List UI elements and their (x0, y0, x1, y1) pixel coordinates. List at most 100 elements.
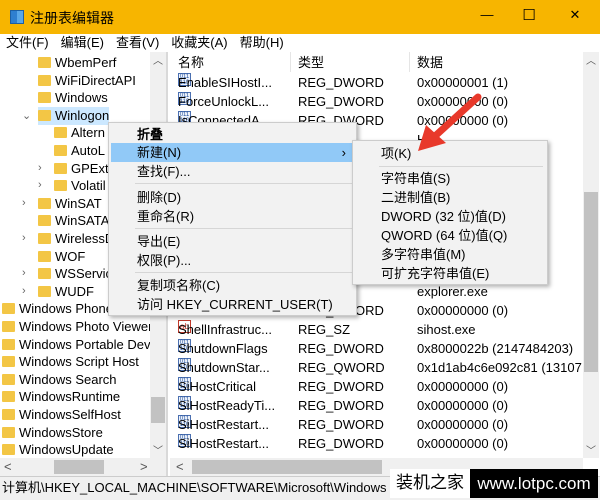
value-name: ShutdownStar... (178, 360, 270, 375)
tree-item[interactable]: WirelessD (38, 230, 114, 248)
menu-separator (135, 183, 352, 184)
column-divider[interactable] (290, 52, 291, 72)
scroll-thumb[interactable] (54, 460, 104, 474)
tree-item[interactable]: WSServic (38, 265, 112, 283)
menu-item-label: DWORD (32 位)值(D) (381, 209, 506, 224)
tree-item[interactable]: Windows Search (2, 371, 117, 389)
tree-item[interactable]: Altern (54, 124, 105, 142)
menu-help[interactable]: 帮助(H) (234, 34, 290, 52)
watermark: 装机之家 www.lotpc.com (390, 469, 598, 498)
value-data: 0x00000000 (0) (417, 398, 509, 413)
tree-item[interactable]: Windows Script Host (2, 353, 139, 371)
tree-item[interactable]: WbemPerf (38, 54, 116, 72)
column-divider[interactable] (409, 52, 410, 72)
tree-item[interactable]: WinSAT (38, 195, 102, 213)
menu-item-label: 删除(D) (137, 190, 182, 205)
column-type[interactable]: 类型 (298, 53, 324, 72)
tree-item[interactable]: WindowsRuntime (2, 388, 120, 406)
menu-separator (379, 166, 543, 167)
tree-item[interactable]: WiFiDirectAPI (38, 72, 136, 90)
menu-item[interactable]: 重命名(R) (111, 207, 354, 226)
value-name: ShellInfrastruc... (178, 322, 272, 337)
menu-item[interactable]: 折叠 (111, 125, 354, 144)
scroll-left-icon[interactable]: < (4, 459, 12, 474)
menu-item[interactable]: 多字符串值(M) (355, 245, 545, 264)
folder-icon (2, 373, 15, 385)
column-data[interactable]: 数据 (417, 53, 443, 72)
value-type: REG_SZ (298, 322, 351, 337)
tree-item-label: WindowsStore (19, 424, 103, 440)
menu-item[interactable]: QWORD (64 位)值(Q) (355, 226, 545, 245)
tree-item[interactable]: Windows Photo Viewer (2, 318, 152, 336)
value-row[interactable]: 011 110 SiHostCritical REG_DWORD 0x00000000… (176, 377, 586, 396)
folder-icon (38, 74, 51, 86)
tree-item[interactable]: WindowsUpdate (2, 441, 114, 459)
tree-item-label: WindowsUpdate (19, 442, 114, 458)
tree-item[interactable]: WindowsStore (2, 424, 103, 442)
menu-item[interactable]: 复制项名称(C) (111, 276, 354, 295)
tree-item[interactable]: WindowsSelfHost (2, 406, 121, 424)
tree-item[interactable]: Windows Phone (2, 300, 113, 318)
value-row[interactable]: ab ShellInfrastruc... REG_SZ sihost.exe (176, 320, 586, 339)
expand-chevron-icon[interactable]: › (22, 267, 26, 279)
scroll-down-icon[interactable]: ﹀ (153, 442, 163, 457)
menu-item[interactable]: 二进制值(B) (355, 188, 545, 207)
scroll-left-icon[interactable]: < (176, 459, 184, 474)
maximize-button[interactable]: ☐ (514, 6, 544, 24)
tree-item[interactable]: Volatil (54, 177, 106, 195)
column-name[interactable]: 名称 (178, 53, 204, 72)
tree-item-label: Winlogon (55, 107, 110, 123)
close-button[interactable]: ✕ (560, 7, 590, 23)
menu-item[interactable]: 字符串值(S) (355, 169, 545, 188)
menu-item[interactable]: 查找(F)... (111, 162, 354, 181)
scroll-thumb[interactable] (584, 192, 598, 372)
value-row[interactable]: 011 110 EnableSIHostI... REG_DWORD 0x000000… (176, 73, 586, 92)
tree-horizontal-scrollbar[interactable]: < > (0, 458, 166, 476)
window-title: 注册表编辑器 (30, 10, 114, 26)
menu-view[interactable]: 查看(V) (110, 34, 165, 52)
menu-item[interactable]: DWORD (32 位)值(D) (355, 207, 545, 226)
scroll-up-icon[interactable]: ︿ (586, 52, 596, 67)
tree-item[interactable]: AutoL (54, 142, 105, 160)
collapse-chevron-icon[interactable]: ⌄ (22, 109, 31, 122)
expand-chevron-icon[interactable]: › (38, 162, 42, 174)
list-vertical-scrollbar[interactable]: ︿ ﹀ (583, 52, 599, 458)
tree-item[interactable]: WinSATA (38, 212, 109, 230)
menu-item[interactable]: 删除(D) (111, 188, 354, 207)
value-row[interactable]: 011 110 SiHostRestart... REG_DWORD 0x000000… (176, 415, 586, 434)
folder-icon (2, 321, 15, 332)
tree-item-label: Altern (71, 125, 105, 141)
value-row[interactable]: 011 110 ForceUnlockL... REG_DWORD 0x0000000… (176, 92, 586, 111)
expand-chevron-icon[interactable]: › (22, 285, 26, 297)
value-row[interactable]: 011 110 ShutdownStar... REG_QWORD 0x1d1ab4c… (176, 358, 586, 377)
scroll-thumb[interactable] (192, 460, 382, 474)
menu-item[interactable]: 可扩充字符串值(E) (355, 264, 545, 283)
tree-item[interactable]: WUDF (38, 283, 94, 301)
tree-item[interactable]: Winlogon (38, 106, 110, 125)
menu-file[interactable]: 文件(F) (0, 34, 55, 52)
minimize-button[interactable]: — (472, 7, 502, 22)
menu-edit[interactable]: 编辑(E) (55, 34, 110, 52)
scroll-right-icon[interactable]: > (140, 459, 148, 474)
value-data: 0x8000022b (2147484203) (417, 341, 574, 356)
expand-chevron-icon[interactable]: › (22, 232, 26, 244)
scroll-up-icon[interactable]: ︿ (153, 52, 163, 67)
expand-chevron-icon[interactable]: › (22, 197, 26, 209)
expand-chevron-icon[interactable]: › (38, 179, 42, 191)
scroll-down-icon[interactable]: ﹀ (586, 442, 596, 457)
menu-item[interactable]: 导出(E) (111, 232, 354, 251)
tree-item[interactable]: Windows (38, 89, 108, 107)
value-row[interactable]: 011 110 SiHostReadyTi... REG_DWORD 0x000000… (176, 396, 586, 415)
menu-item[interactable]: 访问 HKEY_CURRENT_USER(T) (111, 295, 354, 314)
folder-icon (38, 92, 51, 104)
value-row[interactable]: 011 110 ShutdownFlags REG_DWORD 0x8000022b … (176, 339, 586, 358)
tree-item[interactable]: Windows Portable Devi (2, 336, 153, 354)
value-type: REG_DWORD (298, 75, 384, 90)
menu-item[interactable]: 新建(N) › (111, 143, 354, 162)
scroll-thumb[interactable] (151, 397, 165, 423)
tree-item[interactable]: GPExte (54, 160, 116, 178)
value-row[interactable]: 011 110 SiHostRestart... REG_DWORD 0x000000… (176, 434, 586, 453)
menu-favorites[interactable]: 收藏夹(A) (165, 34, 233, 52)
tree-item[interactable]: WOF (38, 248, 85, 266)
menu-item[interactable]: 权限(P)... (111, 251, 354, 270)
